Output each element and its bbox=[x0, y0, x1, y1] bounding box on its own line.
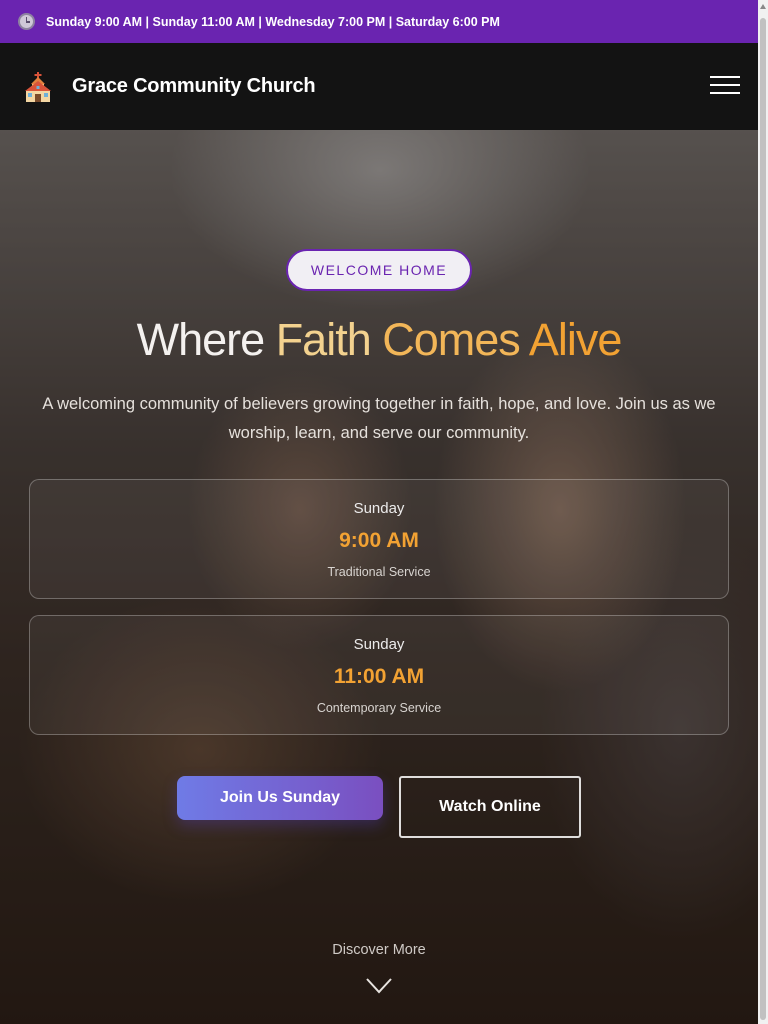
hero-section: WELCOME HOME Where Faith Comes Alive A w… bbox=[0, 130, 758, 1024]
welcome-badge: WELCOME HOME bbox=[286, 249, 472, 291]
service-card-contemporary: Sunday 11:00 AM Contemporary Service bbox=[29, 615, 729, 735]
headline-word-comes: Comes bbox=[382, 314, 521, 365]
hero-description: A welcoming community of believers growi… bbox=[42, 395, 716, 442]
watch-online-button[interactable]: Watch Online bbox=[399, 776, 581, 838]
headline-word-alive: Alive bbox=[528, 314, 623, 365]
service-day: Sunday bbox=[353, 636, 405, 653]
page-scrollbar[interactable] bbox=[758, 0, 768, 1024]
hamburger-menu-icon[interactable] bbox=[710, 76, 742, 96]
clock-icon bbox=[18, 13, 35, 30]
headline-word-where: Where bbox=[136, 314, 266, 365]
service-time: 11:00 AM bbox=[333, 665, 425, 688]
service-day: Sunday bbox=[353, 500, 405, 517]
service-time: 9:00 AM bbox=[339, 529, 419, 552]
join-us-sunday-button[interactable]: Join Us Sunday bbox=[177, 776, 383, 820]
service-schedule-text: Sunday 9:00 AM | Sunday 11:00 AM | Wedne… bbox=[46, 14, 500, 29]
scrollbar-thumb[interactable] bbox=[760, 18, 766, 1020]
hero-headline: Where Faith Comes Alive bbox=[0, 314, 758, 366]
headline-word-faith: Faith bbox=[275, 314, 372, 365]
scroll-up-arrow-icon[interactable] bbox=[760, 4, 766, 9]
church-name[interactable]: Grace Community Church bbox=[72, 75, 316, 98]
discover-more-link[interactable]: Discover More bbox=[0, 942, 758, 958]
chevron-down-icon[interactable] bbox=[366, 978, 392, 994]
top-info-bar: Sunday 9:00 AM | Sunday 11:00 AM | Wedne… bbox=[0, 0, 758, 43]
service-type: Traditional Service bbox=[327, 565, 431, 579]
service-card-traditional: Sunday 9:00 AM Traditional Service bbox=[29, 479, 729, 599]
site-header: Grace Community Church bbox=[0, 43, 758, 130]
service-type: Contemporary Service bbox=[316, 701, 442, 715]
church-icon[interactable] bbox=[22, 71, 54, 103]
